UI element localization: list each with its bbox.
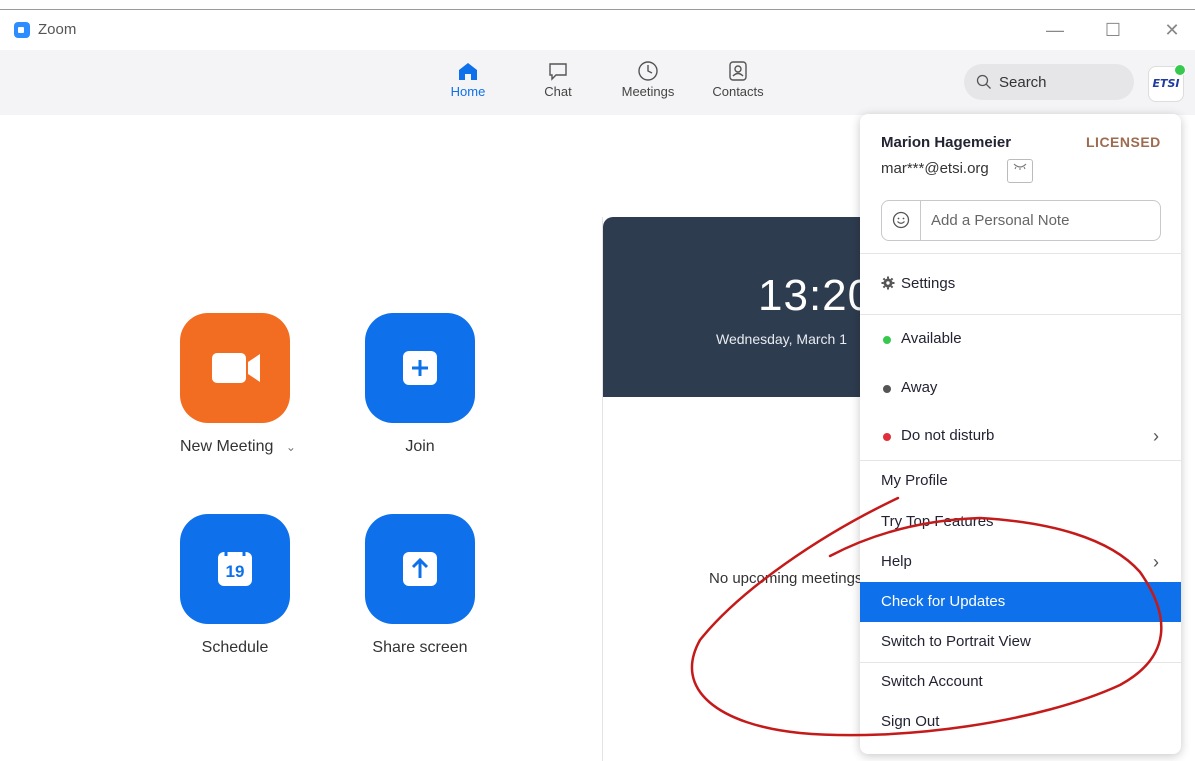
current-date: Wednesday, March 1 — [716, 331, 847, 347]
menu-item-available[interactable]: Available — [860, 319, 1181, 359]
join-label: Join — [405, 438, 435, 455]
menu-item-sign-out[interactable]: Sign Out — [860, 702, 1181, 742]
personal-note-placeholder: Add a Personal Note — [931, 212, 1070, 229]
smiley-icon — [892, 211, 910, 229]
dnd-label: Do not disturb — [901, 427, 995, 444]
menu-divider — [860, 314, 1181, 315]
search-placeholder: Search — [999, 74, 1047, 91]
calendar-day: 19 — [225, 562, 245, 581]
maximize-button[interactable]: ☐ — [1101, 18, 1125, 42]
title-bar — [0, 10, 1195, 50]
tab-chat[interactable]: Chat — [523, 60, 593, 99]
new-meeting-text: New Meeting — [180, 438, 274, 455]
zoom-logo-icon — [14, 22, 30, 38]
clock-icon — [638, 61, 658, 81]
home-icon — [459, 63, 477, 80]
menu-item-try-top-features[interactable]: Try Top Features — [860, 502, 1181, 542]
search-input[interactable]: Search — [964, 64, 1134, 100]
user-email: mar***@etsi.org — [881, 160, 989, 177]
plus-icon — [403, 351, 437, 385]
check-updates-label: Check for Updates — [881, 593, 1006, 610]
menu-item-settings[interactable]: Settings — [860, 264, 1181, 304]
license-badge: LICENSED — [1086, 134, 1161, 150]
help-label: Help — [881, 553, 912, 570]
top-features-label: Try Top Features — [881, 513, 994, 530]
join-button[interactable] — [365, 313, 475, 423]
tab-contacts-label: Contacts — [712, 84, 764, 99]
reveal-email-button[interactable] — [1007, 159, 1033, 183]
profile-menu: Marion Hagemeier LICENSED mar***@etsi.or… — [860, 114, 1181, 754]
share-screen-label: Share screen — [372, 639, 468, 656]
menu-item-my-profile[interactable]: My Profile — [860, 461, 1181, 501]
menu-item-away[interactable]: Away — [860, 368, 1181, 408]
personal-note-field[interactable]: Add a Personal Note — [881, 200, 1161, 241]
schedule-label: Schedule — [201, 639, 269, 656]
sign-out-label: Sign Out — [881, 713, 940, 730]
minimize-button[interactable]: — — [1043, 18, 1067, 42]
menu-item-help[interactable]: Help › — [860, 542, 1181, 582]
meetings-header-banner: 13:20 Wednesday, March 1 — [603, 217, 873, 397]
new-meeting-button[interactable] — [180, 313, 290, 423]
available-status-dot — [883, 336, 891, 344]
settings-label: Settings — [901, 275, 956, 292]
chevron-down-icon[interactable]: ⌄ — [286, 440, 296, 454]
tab-chat-label: Chat — [544, 84, 572, 99]
video-camera-icon — [212, 353, 260, 383]
tab-meetings[interactable]: Meetings — [613, 60, 683, 99]
no-meetings-text: No upcoming meetings — [709, 570, 863, 587]
tab-contacts[interactable]: Contacts — [703, 60, 773, 99]
close-button[interactable]: ✕ — [1160, 18, 1184, 42]
menu-item-check-for-updates[interactable]: Check for Updates — [860, 582, 1181, 622]
upcoming-meetings-panel: 13:20 Wednesday, March 1 No upcoming mee… — [602, 217, 873, 761]
tab-home-label: Home — [450, 84, 486, 99]
menu-item-switch-account[interactable]: Switch Account — [860, 662, 1181, 702]
switch-account-label: Switch Account — [881, 673, 983, 690]
menu-item-do-not-disturb[interactable]: Do not disturb › — [860, 416, 1181, 456]
share-arrow-icon — [403, 552, 437, 586]
contacts-icon — [729, 61, 747, 81]
menu-item-portrait-view[interactable]: Switch to Portrait View — [860, 622, 1181, 662]
away-clock-icon — [883, 385, 891, 393]
new-meeting-label: New Meeting ⌄ — [180, 438, 312, 456]
my-profile-label: My Profile — [881, 472, 948, 489]
current-time: 13:20 — [758, 271, 874, 320]
tab-meetings-label: Meetings — [621, 84, 675, 99]
chat-icon — [549, 63, 567, 81]
portrait-view-label: Switch to Portrait View — [881, 633, 1031, 650]
eye-closed-icon — [1013, 163, 1027, 170]
window-title: Zoom — [38, 21, 77, 38]
user-name: Marion Hagemeier — [881, 134, 1012, 151]
share-screen-button[interactable] — [365, 514, 475, 624]
menu-divider — [860, 253, 1181, 254]
dnd-status-dot — [883, 433, 891, 441]
tab-home[interactable]: Home — [433, 60, 503, 99]
chevron-right-icon: › — [1153, 552, 1159, 572]
chevron-right-icon: › — [1153, 426, 1159, 446]
presence-dot — [1174, 64, 1186, 76]
available-label: Available — [901, 330, 962, 347]
emoji-button[interactable] — [882, 201, 921, 240]
search-icon — [976, 74, 991, 89]
gear-icon — [881, 276, 895, 290]
away-label: Away — [901, 379, 938, 396]
